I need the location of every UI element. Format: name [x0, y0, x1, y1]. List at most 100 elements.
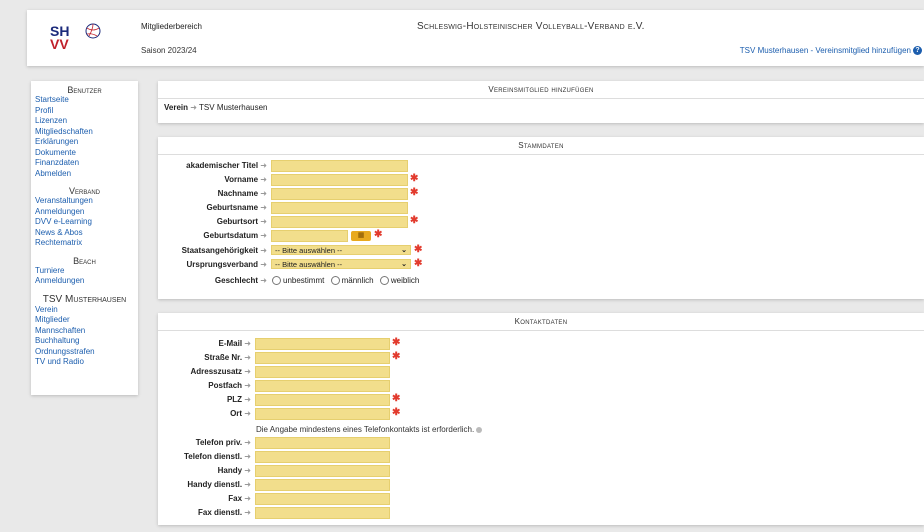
- handy-input[interactable]: [255, 465, 390, 477]
- required-icon: ✱: [410, 187, 419, 198]
- chevron-down-icon: ⌄: [401, 247, 407, 254]
- panel-title-kontaktdaten: Kontaktdaten: [158, 313, 924, 331]
- arrow-icon: ➜: [188, 103, 200, 112]
- area-label: Mitgliederbereich: [141, 22, 202, 31]
- label-geburtsdatum: Geburtsdatum ➜: [203, 231, 267, 240]
- sidebar-item-ordnungsstrafen[interactable]: Ordnungsstrafen: [31, 347, 138, 358]
- federation-title: Schleswig-Holsteinischer Volleyball-Verb…: [417, 21, 645, 32]
- radio-unbestimmt[interactable]: [272, 276, 281, 286]
- required-icon: ✱: [392, 337, 401, 348]
- verein-label: Verein: [164, 103, 189, 112]
- tel-dienst-input[interactable]: [255, 451, 390, 463]
- season-label: Saison 2023/24: [141, 46, 197, 55]
- label-geburtsort: Geburtsort ➜: [216, 217, 267, 226]
- verband-select[interactable]: -- Bitte auswählen -- ⌄: [271, 259, 411, 269]
- sidebar-item-news[interactable]: News & Abos: [31, 228, 138, 239]
- sidebar-item-erklaerungen[interactable]: Erklärungen: [31, 137, 138, 148]
- label-fax: Fax ➜: [228, 494, 251, 503]
- help-icon[interactable]: ?: [913, 46, 922, 56]
- titel-input[interactable]: [271, 160, 408, 172]
- required-icon: ✱: [410, 215, 419, 226]
- tel-priv-input[interactable]: [255, 437, 390, 449]
- vorname-input[interactable]: [271, 174, 408, 186]
- calendar-icon[interactable]: ▦: [351, 231, 371, 241]
- label-email: E-Mail ➜: [218, 339, 252, 348]
- label-nachname: Nachname ➜: [217, 189, 267, 198]
- label-tel-dienst: Telefon dienstl. ➜: [183, 452, 251, 461]
- label-handy: Handy ➜: [217, 466, 251, 475]
- sidebar-item-veranstaltungen[interactable]: Veranstaltungen: [31, 196, 138, 207]
- panel-title-stammdaten: Stammdaten: [158, 137, 924, 155]
- sidebar-item-turniere[interactable]: Turniere: [31, 266, 138, 277]
- sidebar-item-finanzdaten[interactable]: Finanzdaten: [31, 158, 138, 169]
- sidebar-item-rechtematrix[interactable]: Rechtematrix: [31, 238, 138, 249]
- chevron-down-icon: ⌄: [401, 261, 407, 268]
- sidebar-item-profil[interactable]: Profil: [31, 106, 138, 117]
- nachname-input[interactable]: [271, 188, 408, 200]
- geburtsort-input[interactable]: [271, 216, 408, 228]
- adresszusatz-input[interactable]: [255, 366, 390, 378]
- required-icon: ✱: [374, 229, 383, 240]
- breadcrumb-text[interactable]: TSV Musterhausen - Vereinsmitglied hinzu…: [740, 46, 911, 55]
- plz-input[interactable]: [255, 394, 390, 406]
- strasse-input[interactable]: [255, 352, 390, 364]
- sidebar-heading-benutzer: Benutzer: [67, 85, 102, 95]
- logo-text-vv: VV: [50, 36, 69, 52]
- radio-maennlich[interactable]: [330, 276, 340, 286]
- sidebar-item-anmeldungen[interactable]: Anmeldungen: [31, 207, 138, 218]
- sidebar-item-verein[interactable]: Verein: [31, 305, 138, 316]
- breadcrumb[interactable]: TSV Musterhausen - Vereinsmitglied hinzu…: [740, 46, 922, 56]
- label-plz: PLZ ➜: [226, 395, 251, 404]
- sidebar: Benutzer Startseite Profil Lizenzen Mitg…: [31, 81, 138, 395]
- radio-weiblich[interactable]: [379, 276, 389, 286]
- staat-select[interactable]: -- Bitte auswählen -- ⌄: [271, 245, 411, 255]
- sidebar-item-startseite[interactable]: Startseite: [31, 95, 138, 106]
- sidebar-item-beach-anmeldungen[interactable]: Anmeldungen: [31, 276, 138, 287]
- postfach-input[interactable]: [255, 380, 390, 392]
- label-vorname: Vorname ➜: [224, 175, 267, 184]
- label-handy-dienst: Handy dienstl. ➜: [187, 480, 251, 489]
- geburtsname-input[interactable]: [271, 202, 408, 214]
- verein-value: TSV Musterhausen: [199, 103, 268, 112]
- sidebar-item-abmelden[interactable]: Abmelden: [31, 169, 138, 180]
- required-icon: ✱: [410, 173, 419, 184]
- kontaktdaten-panel: Kontaktdaten E-Mail ➜ ✱ Straße Nr. ➜ ✱ A…: [158, 313, 924, 525]
- label-titel: akademischer Titel ➜: [186, 161, 267, 170]
- sidebar-item-tv-radio[interactable]: TV und Radio: [31, 357, 138, 368]
- email-input[interactable]: [255, 338, 390, 350]
- label-fax-dienst: Fax dienstl. ➜: [198, 508, 251, 517]
- sidebar-heading-verband: Verband: [68, 186, 100, 196]
- label-ort: Ort ➜: [230, 409, 251, 418]
- header: SH VV Mitgliederbereich Saison 2023/24 S…: [27, 10, 924, 66]
- label-geschlecht: Geschlecht ➜: [214, 276, 267, 285]
- sidebar-item-elearning[interactable]: DVV e-Learning: [31, 217, 138, 228]
- geburtsdatum-input[interactable]: [271, 230, 348, 242]
- label-adresszusatz: Adresszusatz ➜: [190, 367, 251, 376]
- sidebar-item-mitglieder[interactable]: Mitglieder: [31, 315, 138, 326]
- required-icon: ✱: [414, 244, 423, 255]
- required-icon: ✱: [392, 351, 401, 362]
- fax-input[interactable]: [255, 493, 390, 505]
- fax-dienst-input[interactable]: [255, 507, 390, 519]
- required-icon: ✱: [392, 407, 401, 418]
- sidebar-item-dokumente[interactable]: Dokumente: [31, 148, 138, 159]
- gender-radio-group: unbestimmt männlich weiblich: [268, 276, 419, 286]
- sidebar-item-lizenzen[interactable]: Lizenzen: [31, 116, 138, 127]
- sidebar-item-buchhaltung[interactable]: Buchhaltung: [31, 336, 138, 347]
- sidebar-item-mitgliedschaften[interactable]: Mitgliedschaften: [31, 127, 138, 138]
- sidebar-heading-verein: TSV Musterhausen: [42, 293, 127, 305]
- required-icon: ✱: [392, 393, 401, 404]
- label-tel-priv: Telefon priv. ➜: [195, 438, 251, 447]
- phone-note: Die Angabe mindestens eines Telefonkonta…: [256, 425, 483, 434]
- sidebar-item-mannschaften[interactable]: Mannschaften: [31, 326, 138, 337]
- logo[interactable]: SH VV: [50, 23, 130, 57]
- handy-dienst-input[interactable]: [255, 479, 390, 491]
- panel-title-add-member: Vereinsmitglied hinzufügen: [158, 81, 924, 99]
- ort-input[interactable]: [255, 408, 390, 420]
- label-geburtsname: Geburtsname ➜: [206, 203, 267, 212]
- label-staat: Staatsangehörigkeit ➜: [181, 246, 267, 255]
- required-icon: ✱: [414, 258, 423, 269]
- stammdaten-panel: Stammdaten akademischer Titel ➜ Vorname …: [158, 137, 924, 299]
- label-postfach: Postfach ➜: [208, 381, 251, 390]
- info-dot-icon: [476, 426, 483, 433]
